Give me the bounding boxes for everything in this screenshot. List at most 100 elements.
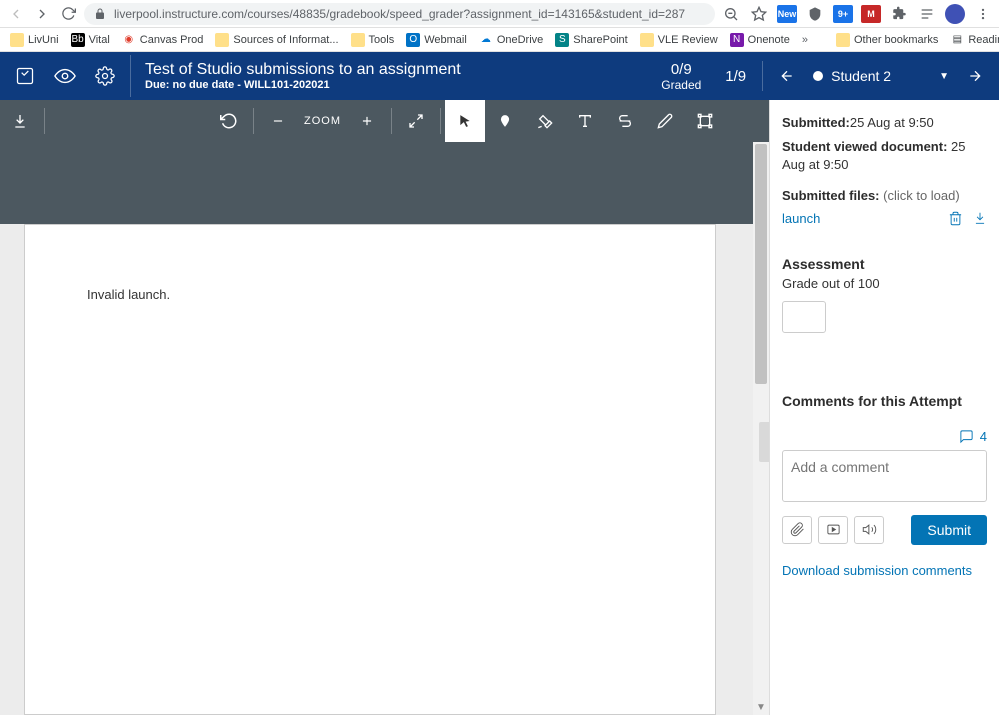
bookmark-vital[interactable]: Bb Vital xyxy=(67,31,114,49)
bookmark-label: Onenote xyxy=(748,34,790,46)
bookmark-label: Webmail xyxy=(424,34,467,46)
extensions-puzzle-icon[interactable] xyxy=(889,4,909,24)
bookmark-label: Tools xyxy=(369,34,395,46)
zoom-indicator-icon[interactable] xyxy=(721,4,741,24)
chrome-actions: New 9+ M xyxy=(721,4,993,24)
bookmark-onedrive[interactable]: ☁ OneDrive xyxy=(475,31,547,49)
separator xyxy=(44,108,45,134)
pointer-tool[interactable] xyxy=(445,100,485,142)
document-content: Invalid launch. xyxy=(87,287,170,302)
bookmark-label: Reading list xyxy=(968,34,999,46)
gradebook-icon[interactable] xyxy=(14,65,36,87)
back-button[interactable] xyxy=(6,4,26,24)
other-bookmarks[interactable]: Other bookmarks xyxy=(832,31,942,49)
draw-tool[interactable] xyxy=(645,100,685,142)
audio-comment-button[interactable] xyxy=(854,516,884,544)
bookmark-onenote[interactable]: NOnenote xyxy=(726,31,794,49)
zoom-in-button[interactable] xyxy=(347,100,387,142)
zoom-out-button[interactable] xyxy=(258,100,298,142)
forward-button[interactable] xyxy=(32,4,52,24)
position-stat: 1/9 xyxy=(725,68,746,85)
browser-toolbar: liverpool.instructure.com/courses/48835/… xyxy=(0,0,999,28)
folder-icon xyxy=(351,33,365,47)
comments-count[interactable]: 4 xyxy=(782,429,987,444)
reading-list[interactable]: ▤ Reading list xyxy=(946,31,999,49)
onedrive-icon: ☁ xyxy=(479,33,493,47)
highlight-tool[interactable] xyxy=(525,100,565,142)
reload-button[interactable] xyxy=(58,4,78,24)
extension-m-icon[interactable]: M xyxy=(861,5,881,23)
graded-label: Graded xyxy=(661,78,701,92)
text-tool[interactable] xyxy=(565,100,605,142)
comment-textarea[interactable] xyxy=(782,450,987,502)
position-count: 1/9 xyxy=(725,68,746,85)
bookmark-label: OneDrive xyxy=(497,34,543,46)
zoom-label: ZOOM xyxy=(298,115,347,127)
download-button[interactable] xyxy=(0,100,40,142)
pane-resize-handle[interactable] xyxy=(759,422,769,462)
settings-icon[interactable] xyxy=(94,65,116,87)
bookmark-label: VLE Review xyxy=(658,34,718,46)
graded-stat: 0/9 Graded xyxy=(661,61,701,92)
fullscreen-button[interactable] xyxy=(396,100,436,142)
graded-count: 0/9 xyxy=(661,61,701,78)
site-icon: Bb xyxy=(71,33,85,47)
scroll-down-icon[interactable]: ▼ xyxy=(753,702,769,713)
submit-comment-button[interactable]: Submit xyxy=(911,515,987,545)
address-bar[interactable]: liverpool.instructure.com/courses/48835/… xyxy=(84,3,715,25)
attach-file-button[interactable] xyxy=(782,516,812,544)
folder-icon xyxy=(10,33,24,47)
extension-new-icon[interactable]: New xyxy=(777,5,797,23)
bookmark-sharepoint[interactable]: SSharePoint xyxy=(551,31,631,49)
rotate-button[interactable] xyxy=(209,100,249,142)
strikethrough-tool[interactable] xyxy=(605,100,645,142)
submitted-file-link[interactable]: launch xyxy=(782,211,820,226)
download-file-icon[interactable] xyxy=(973,211,987,226)
outlook-icon: O xyxy=(406,33,420,47)
bookmark-tools[interactable]: Tools xyxy=(347,31,399,49)
bookmark-sources[interactable]: Sources of Informat... xyxy=(211,31,342,49)
bookmark-star-icon[interactable] xyxy=(749,4,769,24)
folder-icon xyxy=(215,33,229,47)
files-hint: (click to load) xyxy=(880,188,960,203)
profile-avatar[interactable] xyxy=(945,4,965,24)
reading-list-icon[interactable] xyxy=(917,4,937,24)
bookmark-webmail[interactable]: O Webmail xyxy=(402,31,471,49)
extension-9plus-icon[interactable]: 9+ xyxy=(833,5,853,23)
bookmark-livuni[interactable]: LivUni xyxy=(6,31,63,49)
area-tool[interactable] xyxy=(685,100,725,142)
assignment-subtitle: Due: no due date - WILL101-202021 xyxy=(145,79,461,91)
document-page: Invalid launch. xyxy=(24,224,716,715)
extension-shield-icon[interactable] xyxy=(805,4,825,24)
assessment-heading: Assessment xyxy=(782,256,987,272)
download-comments-link[interactable]: Download submission comments xyxy=(782,563,987,578)
bookmark-label: Other bookmarks xyxy=(854,34,938,46)
canvas-icon: ◉ xyxy=(122,33,136,47)
document-pane: ZOOM Invalid launch. ▼ xyxy=(0,100,769,715)
files-label: Submitted files: xyxy=(782,188,880,203)
media-comment-button[interactable] xyxy=(818,516,848,544)
grade-input[interactable] xyxy=(782,301,826,333)
assignment-title[interactable]: Test of Studio submissions to an assignm… xyxy=(145,61,461,79)
submitted-label: Submitted: xyxy=(782,115,850,130)
bookmark-canvas[interactable]: ◉Canvas Prod xyxy=(118,31,208,49)
visibility-icon[interactable] xyxy=(54,65,76,87)
delete-file-icon[interactable] xyxy=(948,211,963,226)
next-student-button[interactable] xyxy=(965,68,985,84)
scrollbar-thumb[interactable] xyxy=(755,144,767,384)
bookmarks-bar: LivUni Bb Vital ◉Canvas Prod Sources of I… xyxy=(0,28,999,52)
prev-student-button[interactable] xyxy=(777,68,797,84)
point-annotation-tool[interactable] xyxy=(485,100,525,142)
viewed-label: Student viewed document: xyxy=(782,139,947,154)
chevron-down-icon: ▼ xyxy=(939,71,949,82)
lock-icon xyxy=(94,8,106,20)
document-viewport[interactable]: Invalid launch. ▼ xyxy=(0,142,769,715)
bookmark-vle[interactable]: VLE Review xyxy=(636,31,722,49)
document-toolbar: ZOOM xyxy=(0,100,769,142)
separator xyxy=(253,108,254,134)
chrome-menu-icon[interactable] xyxy=(973,4,993,24)
bookmarks-overflow[interactable]: » xyxy=(798,34,812,46)
reading-icon: ▤ xyxy=(950,33,964,47)
student-selector[interactable]: Student 2 ▼ xyxy=(813,68,949,84)
bookmark-label: Vital xyxy=(89,34,110,46)
